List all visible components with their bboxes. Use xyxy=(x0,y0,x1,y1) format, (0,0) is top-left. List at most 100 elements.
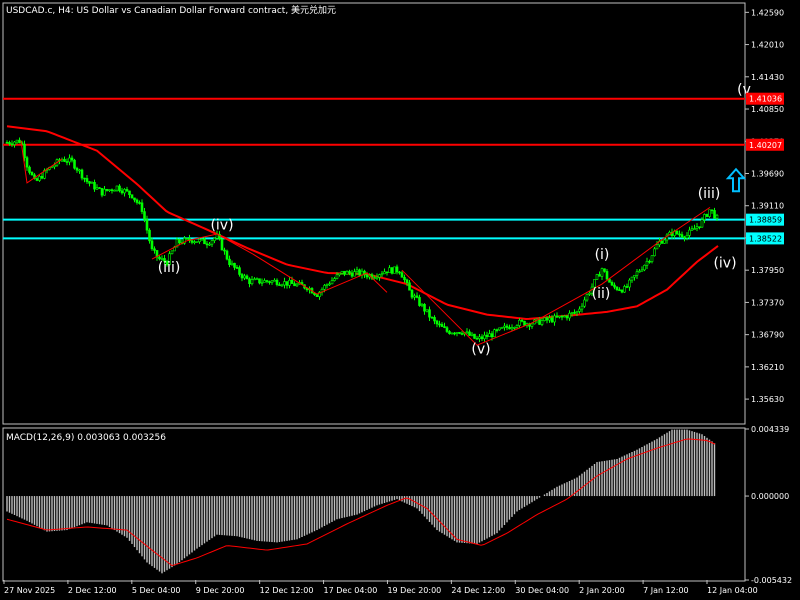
candle-body xyxy=(388,267,391,273)
candle-body xyxy=(255,278,259,281)
candle-body xyxy=(193,241,196,244)
price-tick-label: 1.42010 xyxy=(751,41,784,50)
candle-body xyxy=(125,189,129,192)
candle-body xyxy=(408,282,411,291)
candle-body xyxy=(80,169,84,179)
candle-body xyxy=(610,282,614,286)
candle-body xyxy=(185,237,189,240)
candle-body xyxy=(405,279,409,284)
candle-body xyxy=(130,194,134,199)
wave-label: (iv) xyxy=(210,218,233,234)
candle-body xyxy=(513,327,516,329)
candle-body xyxy=(708,209,711,217)
candle-body xyxy=(233,262,236,268)
candle-body xyxy=(225,250,229,260)
candle-body xyxy=(145,219,149,231)
candle-body xyxy=(143,211,146,220)
candle-body xyxy=(263,280,266,283)
candle-body xyxy=(220,238,224,251)
candle-body xyxy=(705,214,709,217)
candle-body xyxy=(13,141,16,145)
candle-body xyxy=(280,284,284,287)
candle-body xyxy=(460,333,464,335)
candle-body xyxy=(250,279,254,284)
candle-body xyxy=(270,280,274,283)
candle-body xyxy=(580,305,584,310)
wave-label: (iii) xyxy=(158,260,181,276)
candle-body xyxy=(83,177,86,180)
price-tick-label: 1.37370 xyxy=(751,298,784,307)
candle-body xyxy=(453,332,456,335)
candle-body xyxy=(663,239,666,244)
candle-body xyxy=(555,315,559,318)
candle-body xyxy=(508,327,511,330)
candle-body xyxy=(273,279,276,282)
candle-body xyxy=(490,333,494,338)
candle-body xyxy=(383,271,386,275)
candle-body xyxy=(695,226,699,229)
candle-body xyxy=(520,319,524,322)
candle-body xyxy=(153,248,156,251)
candle-body xyxy=(440,324,444,327)
candle-body xyxy=(623,286,626,293)
candle-body xyxy=(178,239,181,243)
candle-body xyxy=(465,331,469,334)
candle-body xyxy=(510,327,514,330)
candle-body xyxy=(90,182,94,184)
candle-body xyxy=(600,268,604,277)
time-tick-label: 5 Dec 04:00 xyxy=(132,586,181,595)
candle-body xyxy=(248,278,251,284)
candle-body xyxy=(150,240,154,250)
candle-body xyxy=(243,275,246,279)
candle-body xyxy=(570,312,574,314)
candle-body xyxy=(208,243,211,246)
macd-label: MACD(12,26,9) 0.003063 0.003256 xyxy=(6,433,166,443)
candle-body xyxy=(380,273,384,276)
time-tick-label: 27 Nov 2025 xyxy=(4,586,55,595)
candle-body xyxy=(355,269,359,272)
candle-body xyxy=(530,323,534,327)
candle-body xyxy=(415,295,419,298)
candle-body xyxy=(375,276,379,279)
candle-body xyxy=(288,280,291,286)
candle-body xyxy=(195,241,199,243)
candle-body xyxy=(523,320,526,326)
candle-body xyxy=(553,315,556,323)
candle-body xyxy=(595,274,599,280)
wave-label: (ii) xyxy=(592,286,611,302)
candle-body xyxy=(85,178,89,182)
candle-body xyxy=(493,329,496,338)
price-tick-label: 1.39110 xyxy=(751,202,784,211)
candle-body xyxy=(93,182,96,190)
time-tick-label: 2 Dec 12:00 xyxy=(68,586,117,595)
candle-body xyxy=(430,316,434,319)
price-tick-label: 1.40850 xyxy=(751,105,784,114)
candle-body xyxy=(290,280,294,284)
candle-body xyxy=(205,243,209,246)
candle-body xyxy=(433,317,436,322)
level-price-label: 1.38522 xyxy=(749,234,782,243)
candle-body xyxy=(435,320,439,325)
candle-body xyxy=(128,190,131,196)
candle-body xyxy=(468,331,471,336)
candle-body xyxy=(400,272,404,278)
candle-body xyxy=(228,258,231,265)
candle-body xyxy=(113,189,116,192)
wave-label: (iv) xyxy=(713,255,736,271)
time-tick-label: 9 Dec 20:00 xyxy=(196,586,245,595)
candle-body xyxy=(123,189,126,194)
candle-body xyxy=(115,185,119,191)
candle-body xyxy=(275,279,279,285)
candle-body xyxy=(10,143,14,146)
wave-label: (iii) xyxy=(698,186,721,202)
candle-body xyxy=(398,271,401,274)
candle-body xyxy=(365,274,369,278)
candle-body xyxy=(713,210,716,219)
candle-body xyxy=(223,249,226,252)
candle-body xyxy=(295,283,299,287)
candle-body xyxy=(478,336,481,340)
candle-body xyxy=(638,270,641,273)
candle-body xyxy=(690,228,694,231)
candle-body xyxy=(445,327,449,332)
candle-body xyxy=(30,172,34,176)
